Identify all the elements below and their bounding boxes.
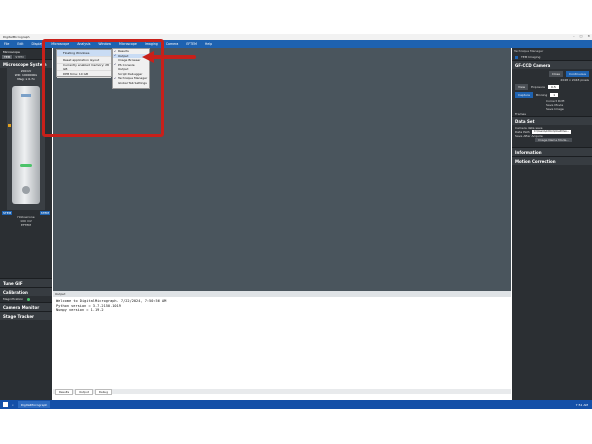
gun-icon xyxy=(21,94,31,97)
section-tune-gif[interactable]: Tune GIF xyxy=(0,278,52,287)
window-title: DigitalMicrograph xyxy=(3,35,30,39)
section-stage-tracker[interactable]: Stage Tracker xyxy=(0,311,52,320)
microscope-column xyxy=(8,86,40,204)
taskbar-app[interactable]: DigitalMicrograph xyxy=(17,401,51,408)
output-console[interactable]: Welcome to DigitalMicrograph. 7/22/2024,… xyxy=(53,297,511,389)
taskbar: ⌕ DigitalMicrograph 7:51 AM xyxy=(0,400,592,409)
stem-label-right[interactable]: STEM xyxy=(39,210,50,215)
start-icon[interactable] xyxy=(3,402,8,407)
section-camera[interactable]: GF-CCD Camera xyxy=(512,60,592,69)
section-calibration[interactable]: Calibration xyxy=(0,287,52,296)
stem-label-left[interactable]: STEM xyxy=(2,210,13,215)
microscope-diagram: 200 kV WD: 1000000x Mag: x 0.7x xyxy=(7,68,45,210)
mag-value: Mag: x 0.7x xyxy=(17,77,35,81)
output-line: Numpy version = 1.19.2 xyxy=(56,308,104,313)
tab-stem[interactable]: STEM xyxy=(13,54,26,59)
section-camera-monitor[interactable]: Camera Monitor xyxy=(0,302,52,311)
binning-label: Binning xyxy=(535,93,548,97)
detector-icon xyxy=(22,186,30,194)
aperture-icon[interactable] xyxy=(8,124,11,127)
screen-icon xyxy=(20,164,32,167)
mode-icon xyxy=(515,55,518,59)
tab-debug[interactable]: Debug xyxy=(94,388,113,395)
tab-results[interactable]: Results xyxy=(55,388,74,395)
technique-manager-panel: Technique Manager TEM Imaging GF-CCD Cam… xyxy=(512,48,592,400)
capture-button[interactable]: Capture xyxy=(515,92,533,98)
menu-eftem[interactable]: EFTEM xyxy=(185,42,198,46)
exposure-label: Exposure xyxy=(531,85,546,89)
eftem-label[interactable]: EFTEM xyxy=(0,223,52,227)
menu-camera[interactable]: Camera xyxy=(165,42,180,46)
menu-edit[interactable]: Edit xyxy=(16,42,24,46)
close-button[interactable]: Close xyxy=(548,70,564,77)
section-data-set[interactable]: Data Set xyxy=(512,116,592,125)
pointer-arrow-icon xyxy=(142,51,196,63)
section-information[interactable]: Information xyxy=(512,147,592,156)
exposure-field[interactable]: 0.5 xyxy=(548,85,559,89)
binning-field[interactable]: 1 xyxy=(550,93,559,97)
view-button[interactable]: View xyxy=(515,84,529,90)
clock: 7:51 AM xyxy=(575,402,588,407)
maximize-icon[interactable]: □ xyxy=(580,34,583,38)
minimize-icon[interactable]: – xyxy=(573,34,575,38)
menu-help[interactable]: Help xyxy=(204,42,213,46)
status-icon xyxy=(27,297,31,301)
tab-output[interactable]: Output xyxy=(75,388,93,395)
calibration-label: Magnification xyxy=(3,297,24,301)
image-name-mode-button[interactable]: Image Name Mode... xyxy=(535,138,573,142)
close-icon[interactable]: ✕ xyxy=(587,34,590,38)
menu-file[interactable]: File xyxy=(3,42,10,46)
output-tabs: Results Output Debug xyxy=(53,388,511,395)
section-motion-correction[interactable]: Motion Correction xyxy=(512,156,592,165)
search-icon[interactable]: ⌕ xyxy=(12,403,14,407)
mode-value[interactable]: TEM Imaging xyxy=(521,55,540,59)
tab-tem[interactable]: TEM xyxy=(2,54,13,59)
continuous-button[interactable]: Continuous xyxy=(566,70,589,77)
